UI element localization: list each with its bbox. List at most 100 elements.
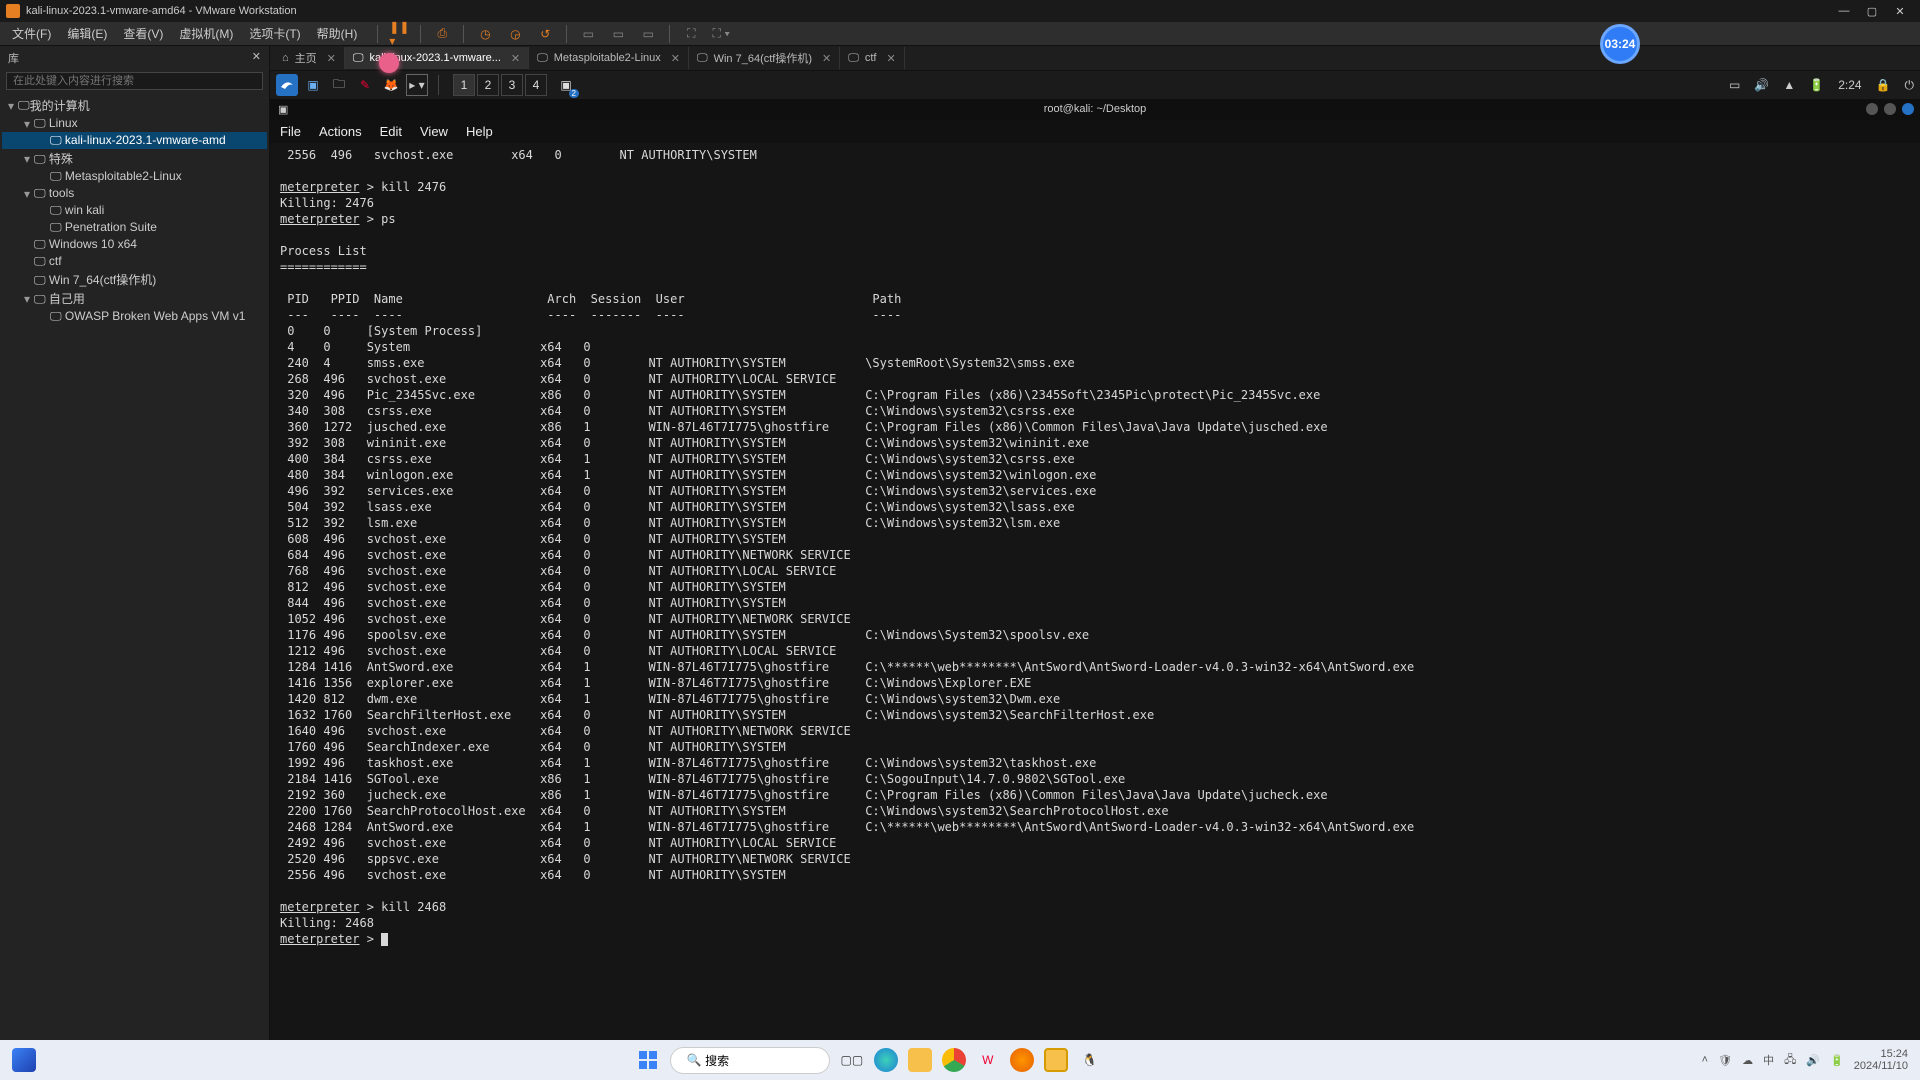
tree-item[interactable]: ▾🖵 Linux	[2, 115, 267, 132]
tree-item[interactable]: ▾🖵 tools	[2, 185, 267, 202]
qq-icon[interactable]: 🐧	[1078, 1048, 1102, 1072]
vm-icon: 🖵	[353, 52, 364, 65]
terminal-titlebar: ▣ root@kali: ~/Desktop	[270, 99, 1920, 120]
wps-icon[interactable]: W	[976, 1048, 1000, 1072]
tree-item[interactable]: 🖵 OWASP Broken Web Apps VM v1	[2, 308, 267, 325]
snapshot-icon[interactable]: ◷	[476, 25, 494, 43]
tray-shield-icon[interactable]: 🛡	[1718, 1054, 1732, 1067]
workspace-switcher: 1 2 3 4	[453, 74, 549, 96]
term-menu-file[interactable]: File	[280, 124, 301, 139]
widgets-icon[interactable]	[12, 1048, 36, 1072]
recorder-timer[interactable]: 03:24	[1600, 24, 1640, 64]
tab-metasploitable[interactable]: 🖵Metasploitable2-Linux✕	[529, 47, 689, 69]
vm-icon: 🖵	[697, 52, 708, 65]
window-list-icon[interactable]: ▣2	[555, 74, 577, 96]
snapshot-manager-icon[interactable]: ◶	[506, 25, 524, 43]
term-min-icon[interactable]	[1866, 103, 1878, 115]
vm-tree: ▾🖵 我的计算机 ▾🖵 Linux🖵 kali-linux-2023.1-vmw…	[0, 92, 269, 329]
send-ctrl-alt-del-icon[interactable]: ⎙	[433, 25, 451, 43]
terminal-icon[interactable]: ▸ ▾	[406, 74, 428, 96]
cherrytree-icon[interactable]: ✎	[354, 74, 376, 96]
workspace-2[interactable]: 2	[477, 74, 499, 96]
terminal-output[interactable]: 2556 496 svchost.exe x64 0 NT AUTHORITY\…	[270, 143, 1920, 1056]
term-max-icon[interactable]	[1884, 103, 1896, 115]
power-icon[interactable]: ⏻	[1905, 78, 1915, 93]
tray-wifi-icon[interactable]: 🖧	[1784, 1051, 1796, 1070]
tree-item[interactable]: 🖵 Metasploitable2-Linux	[2, 168, 267, 185]
tray-volume-icon[interactable]: 🔊	[1806, 1054, 1820, 1067]
notification-icon[interactable]: ▲	[1783, 78, 1795, 92]
multimon-icon[interactable]: ▭	[639, 25, 657, 43]
taskbar-time[interactable]: 15:24	[1854, 1048, 1908, 1060]
firefox-icon[interactable]: 🦊	[380, 74, 402, 96]
fullscreen-icon[interactable]: ⛶	[682, 25, 700, 43]
close-icon[interactable]: ✕	[671, 52, 680, 65]
workspace-1[interactable]: 1	[453, 74, 475, 96]
folder-icon[interactable]: 🗀	[328, 74, 350, 96]
term-menu-edit[interactable]: Edit	[380, 124, 402, 139]
tab-home[interactable]: ⌂主页✕	[274, 47, 345, 69]
taskbar-date[interactable]: 2024/11/10	[1854, 1060, 1908, 1072]
tree-item[interactable]: ▾🖵 特殊	[2, 149, 267, 168]
tree-root[interactable]: ▾🖵 我的计算机	[2, 96, 267, 115]
chrome-icon[interactable]	[942, 1048, 966, 1072]
pause-icon[interactable]: ❚❚ ▾	[390, 25, 408, 43]
close-button[interactable]: ✕	[1886, 5, 1914, 18]
edge-icon[interactable]	[874, 1048, 898, 1072]
menu-tabs[interactable]: 选项卡(T)	[241, 25, 308, 42]
close-icon[interactable]: ✕	[822, 52, 831, 65]
battery-icon[interactable]: 🔋	[1809, 78, 1824, 92]
recorder-app-icon[interactable]	[1044, 1048, 1068, 1072]
term-menu-view[interactable]: View	[420, 124, 448, 139]
minimize-button[interactable]: —	[1830, 5, 1858, 17]
tab-ctf[interactable]: 🖵ctf✕	[840, 47, 904, 69]
menu-edit[interactable]: 编辑(E)	[59, 25, 115, 42]
menu-vm[interactable]: 虚拟机(M)	[171, 25, 241, 42]
tree-item[interactable]: 🖵 win kali	[2, 202, 267, 219]
kali-menu-icon[interactable]	[276, 74, 298, 96]
terminal-menubar: File Actions Edit View Help	[270, 120, 1920, 143]
maximize-button[interactable]: ▢	[1858, 5, 1886, 18]
close-icon[interactable]: ✕	[886, 52, 895, 65]
start-icon[interactable]	[636, 1048, 660, 1072]
term-tab-icon[interactable]: ▣	[278, 103, 288, 116]
tree-item[interactable]: 🖵 kali-linux-2023.1-vmware-amd	[2, 132, 267, 149]
lock-icon[interactable]: 🔒	[1876, 78, 1891, 92]
tree-item[interactable]: 🖵 Windows 10 x64	[2, 236, 267, 253]
revert-icon[interactable]: ↺	[536, 25, 554, 43]
console-icon[interactable]: ▭	[609, 25, 627, 43]
clock[interactable]: 2:24	[1838, 78, 1861, 92]
screen-icon[interactable]: ▭	[1729, 78, 1740, 92]
term-close-icon[interactable]	[1902, 103, 1914, 115]
explorer-icon[interactable]	[908, 1048, 932, 1072]
menu-file[interactable]: 文件(F)	[4, 25, 59, 42]
tab-kali[interactable]: 🖵kali-linux-2023.1-vmware...✕	[345, 47, 529, 69]
vmware-library-sidebar: 库 ✕ ▾🖵 我的计算机 ▾🖵 Linux🖵 kali-linux-2023.1…	[0, 46, 270, 1056]
tree-item[interactable]: ▾🖵 自己用	[2, 289, 267, 308]
workspace-4[interactable]: 4	[525, 74, 547, 96]
tray-battery-icon[interactable]: 🔋	[1830, 1054, 1844, 1067]
close-icon[interactable]: ✕	[327, 52, 336, 65]
term-menu-help[interactable]: Help	[466, 124, 493, 139]
tree-item[interactable]: 🖵 ctf	[2, 253, 267, 270]
tree-item[interactable]: 🖵 Win 7_64(ctf操作机)	[2, 270, 267, 289]
tray-chevron-icon[interactable]: ˄	[1702, 1054, 1708, 1066]
tree-item[interactable]: 🖵 Penetration Suite	[2, 219, 267, 236]
tab-win7[interactable]: 🖵Win 7_64(ctf操作机)✕	[689, 47, 840, 69]
close-icon[interactable]: ✕	[511, 52, 520, 65]
term-menu-actions[interactable]: Actions	[319, 124, 362, 139]
stretch-icon[interactable]: ⛶ ▾	[712, 25, 730, 43]
volume-icon[interactable]: 🔊	[1754, 78, 1769, 92]
taskbar-search[interactable]: 🔍 搜索	[670, 1047, 830, 1074]
taskview-icon[interactable]: ▢▢	[840, 1048, 864, 1072]
sidebar-close-icon[interactable]: ✕	[252, 50, 261, 66]
library-search-input[interactable]	[6, 72, 263, 90]
workspace-3[interactable]: 3	[501, 74, 523, 96]
tray-onedrive-icon[interactable]: ☁	[1742, 1054, 1753, 1067]
menu-help[interactable]: 帮助(H)	[309, 25, 366, 42]
files-icon[interactable]: ▣	[302, 74, 324, 96]
firefox-app-icon[interactable]	[1010, 1048, 1034, 1072]
tray-ime-icon[interactable]: 中	[1763, 1052, 1774, 1068]
unity-icon[interactable]: ▭	[579, 25, 597, 43]
menu-view[interactable]: 查看(V)	[115, 25, 171, 42]
